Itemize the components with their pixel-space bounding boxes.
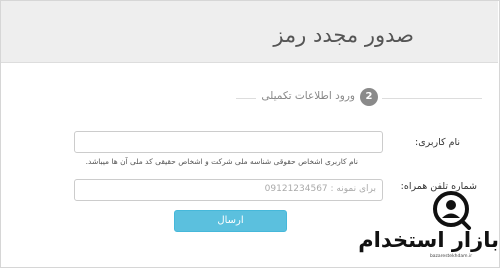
submit-button[interactable]: ارسال [174,210,287,232]
step-label: ورود اطلاعات تکمیلی [261,90,355,102]
person-search-icon [433,191,471,230]
step-number-badge: 2 [360,88,378,106]
watermark-subtext: bazarestekhdam.ir [429,254,473,259]
step-indicator: ورود اطلاعات تکمیلی 2 [0,88,500,108]
step-divider-right [382,98,482,99]
username-label: نام کاربری: [415,137,460,148]
phone-input[interactable]: برای نمونه : 09121234567 [74,179,383,201]
step-divider-left [236,98,256,99]
username-input[interactable] [74,131,383,153]
watermark-logo: بازار استخدام bazarestekhdam.ir [358,190,500,266]
phone-placeholder: برای نمونه : 09121234567 [264,184,376,194]
page-header: صدور مجدد رمز [1,1,498,63]
page-title: صدور مجدد رمز [273,23,414,47]
watermark-text: بازار استخدام [358,228,500,252]
username-help-text: نام کاربری اشخاص حقوقی شناسه ملی شرکت و … [85,157,358,166]
